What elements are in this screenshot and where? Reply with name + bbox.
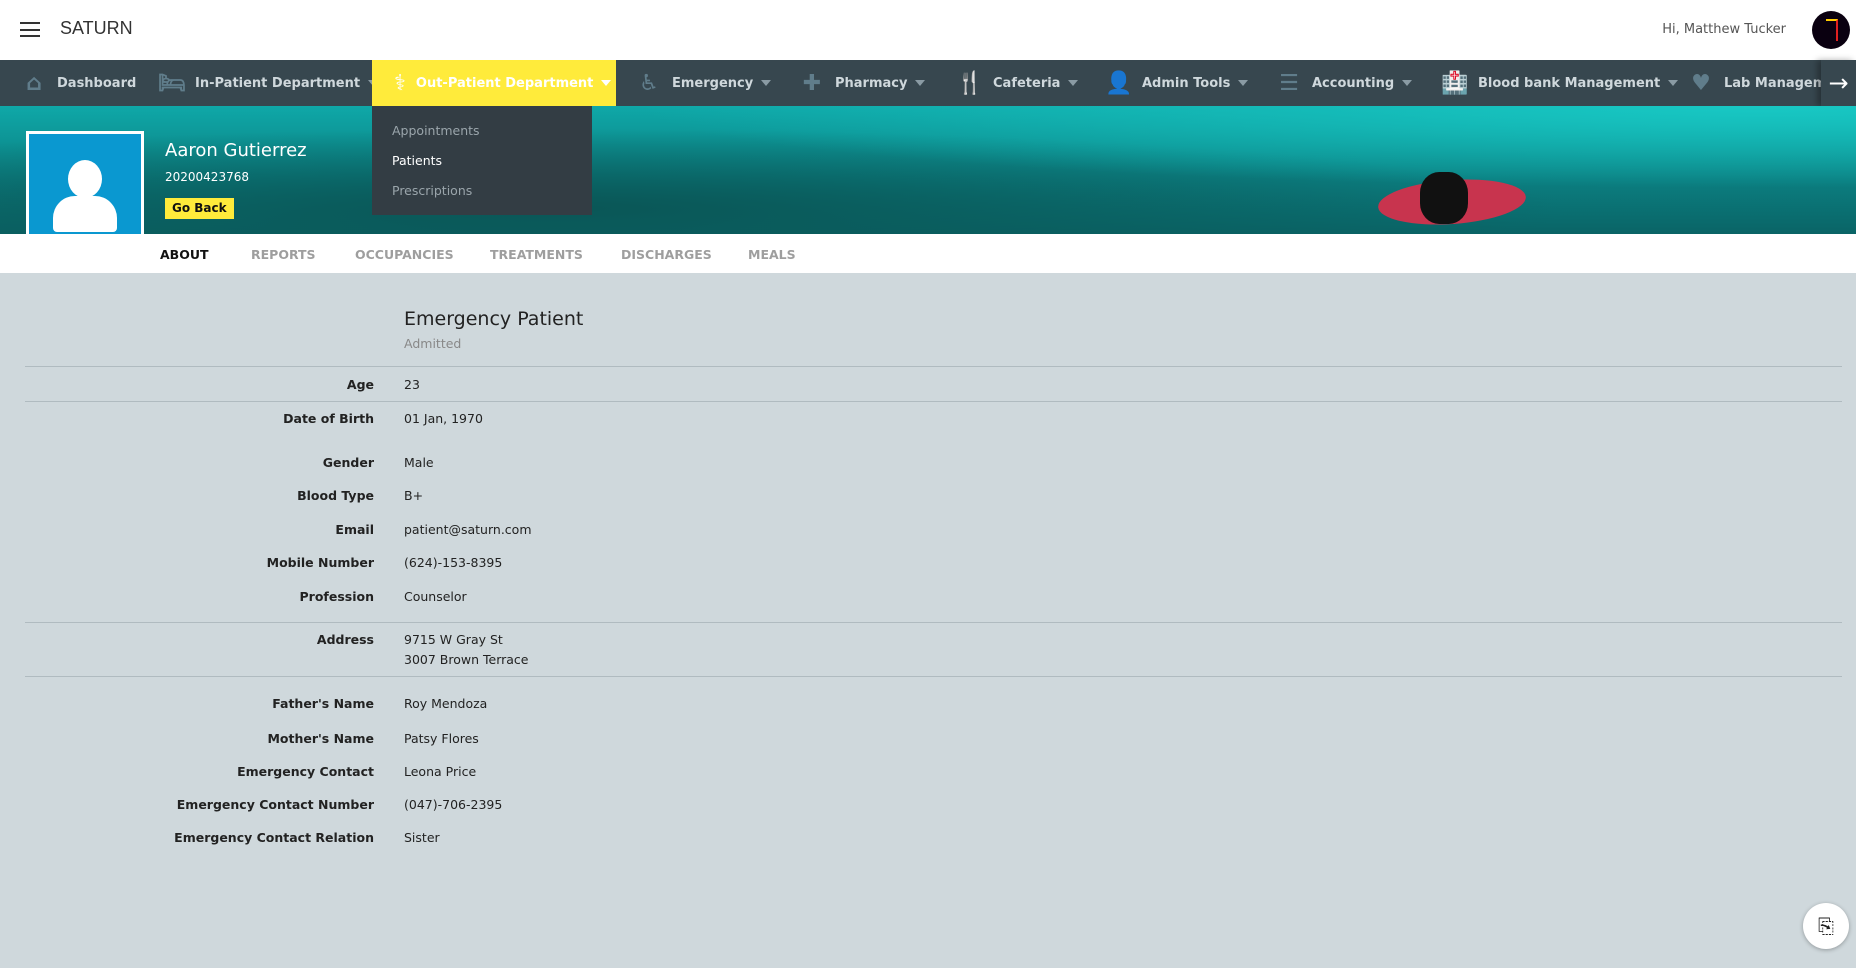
list-ol-icon: ☰ xyxy=(1279,70,1299,96)
address-line-1: 9715 W Gray St xyxy=(404,632,503,647)
cutlery-icon: 🍴 xyxy=(956,70,984,96)
dropdown-item-patients[interactable]: Patients xyxy=(392,153,442,168)
mobile-value: (624)-153-8395 xyxy=(404,555,503,570)
father-name-label: Father's Name xyxy=(272,696,374,711)
profession-value: Counselor xyxy=(404,589,467,604)
tab-treatments[interactable]: TREATMENTS xyxy=(490,247,583,262)
user-icon: 👤 xyxy=(1105,70,1133,96)
nav-cafeteria[interactable]: 🍴 Cafeteria xyxy=(956,60,1079,106)
nav-label: Dashboard xyxy=(57,75,137,91)
brand-name: SATURN xyxy=(60,18,133,38)
wheelchair-icon: ♿ xyxy=(639,70,659,96)
heartbeat-icon: ♥ xyxy=(1691,70,1711,96)
nav-admin-tools[interactable]: 👤 Admin Tools xyxy=(1105,60,1249,106)
tab-discharges[interactable]: DISCHARGES xyxy=(621,247,712,262)
user-greeting: Hi, Matthew Tucker xyxy=(1662,22,1786,37)
emergency-contact-relation-value: Sister xyxy=(404,830,440,845)
caret-down-icon xyxy=(1668,80,1679,86)
divider xyxy=(25,366,1842,367)
top-bar: SATURN Hi, Matthew Tucker xyxy=(0,0,1856,60)
patient-avatar xyxy=(26,131,144,249)
medkit-icon: ✚ xyxy=(802,70,822,96)
divider xyxy=(25,401,1842,402)
nav-accounting[interactable]: ☰ Accounting xyxy=(1276,60,1413,106)
stethoscope-icon: ⚕ xyxy=(394,70,406,96)
patient-type-title: Emergency Patient xyxy=(404,308,584,330)
emergency-contact-relation-label: Emergency Contact Relation xyxy=(174,830,374,845)
caret-down-icon xyxy=(1068,80,1079,86)
nav-label: Accounting xyxy=(1312,75,1395,91)
divider xyxy=(25,676,1842,677)
age-value: 23 xyxy=(404,377,420,392)
nav-out-patient[interactable]: ⚕ Out-Patient Department xyxy=(372,60,616,106)
email-label: Email xyxy=(335,522,374,537)
blood-type-label: Blood Type xyxy=(297,488,374,503)
caret-down-icon xyxy=(761,80,772,86)
caret-down-icon xyxy=(1238,80,1249,86)
tab-about[interactable]: ABOUT xyxy=(160,247,209,262)
profile-banner xyxy=(0,106,1856,234)
patient-id: 20200423768 xyxy=(165,170,249,184)
emergency-contact-number-value: (047)-706-2395 xyxy=(404,797,503,812)
mother-name-value: Patsy Flores xyxy=(404,731,479,746)
dropdown-item-appointments[interactable]: Appointments xyxy=(392,123,480,138)
tab-occupancies[interactable]: OCCUPANCIES xyxy=(355,247,454,262)
nav-dashboard[interactable]: ⌂ Dashboard xyxy=(21,60,136,106)
main-nav: ⌂ Dashboard 🛏 In-Patient Department ⚕ Out-P… xyxy=(0,60,1856,106)
caret-down-icon xyxy=(1402,80,1413,86)
hospital-icon: 🏥 xyxy=(1441,70,1469,96)
father-name-value: Roy Mendoza xyxy=(404,696,488,711)
patient-name: Aaron Gutierrez xyxy=(165,140,307,161)
dob-label: Date of Birth xyxy=(283,411,374,426)
user-avatar[interactable] xyxy=(1812,11,1850,49)
nav-emergency[interactable]: ♿ Emergency xyxy=(636,60,772,106)
dob-value: 01 Jan, 1970 xyxy=(404,411,483,426)
profession-label: Profession xyxy=(299,589,374,604)
mother-name-label: Mother's Name xyxy=(267,731,374,746)
bed-icon: 🛏 xyxy=(158,70,186,96)
go-back-button[interactable]: Go Back xyxy=(165,198,234,219)
nav-label: Emergency xyxy=(672,75,754,91)
nav-label: Blood bank Management xyxy=(1478,75,1661,91)
gender-value: Male xyxy=(404,455,434,470)
nav-label: Cafeteria xyxy=(993,75,1061,91)
nav-blood-bank[interactable]: 🏥 Blood bank Management xyxy=(1441,60,1679,106)
caret-down-icon xyxy=(601,80,612,86)
mobile-label: Mobile Number xyxy=(266,555,374,570)
menu-icon[interactable] xyxy=(20,22,40,37)
nav-label: Out-Patient Department xyxy=(415,75,594,91)
tab-reports[interactable]: REPORTS xyxy=(251,247,316,262)
home-icon: ⌂ xyxy=(26,70,42,96)
floating-action-button[interactable]: ⎘ xyxy=(1803,903,1849,949)
nav-label: Pharmacy xyxy=(835,75,908,91)
caret-down-icon xyxy=(915,80,926,86)
nav-in-patient[interactable]: 🛏 In-Patient Department xyxy=(158,60,379,106)
nav-label: Admin Tools xyxy=(1142,75,1231,91)
dropdown-item-prescriptions[interactable]: Prescriptions xyxy=(392,183,472,198)
banner-surfer-image xyxy=(1420,172,1468,224)
age-label: Age xyxy=(346,377,374,392)
profile-tabs: ABOUT REPORTS OCCUPANCIES TREATMENTS DIS… xyxy=(0,234,1856,274)
nav-scroll-right-arrow-icon[interactable]: → xyxy=(1821,60,1856,106)
address-line-2: 3007 Brown Terrace xyxy=(404,652,529,667)
out-patient-dropdown: Appointments Patients Prescriptions xyxy=(372,106,592,215)
email-value: patient@saturn.com xyxy=(404,522,532,537)
nav-pharmacy[interactable]: ✚ Pharmacy xyxy=(799,60,926,106)
nav-label: In-Patient Department xyxy=(195,75,361,91)
screenshot-icon: ⎘ xyxy=(1818,914,1834,938)
blood-type-value: B+ xyxy=(404,488,424,503)
patient-status: Admitted xyxy=(404,336,462,351)
emergency-contact-label: Emergency Contact xyxy=(237,764,374,779)
emergency-contact-number-label: Emergency Contact Number xyxy=(176,797,374,812)
emergency-contact-value: Leona Price xyxy=(404,764,477,779)
tab-meals[interactable]: MEALS xyxy=(748,247,796,262)
divider xyxy=(25,622,1842,623)
address-label: Address xyxy=(316,632,374,647)
gender-label: Gender xyxy=(322,455,374,470)
